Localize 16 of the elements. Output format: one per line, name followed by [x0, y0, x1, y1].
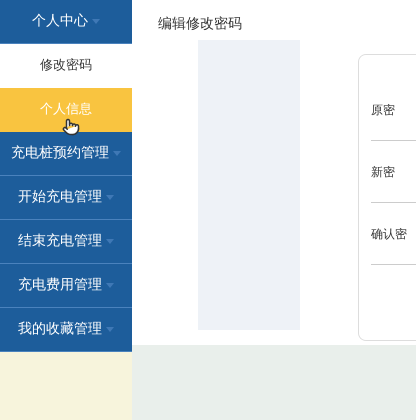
menu-item[interactable]: 充电桩预约管理 [0, 132, 132, 176]
field-label: 新密 [371, 164, 395, 180]
caret-icon [106, 327, 114, 332]
field-label: 原密 [371, 102, 395, 118]
menu-item[interactable]: 我的收藏管理 [0, 308, 132, 352]
menu-item[interactable]: 结束充电管理 [0, 220, 132, 264]
page-title: 编辑修改密码 [157, 15, 243, 34]
caret-icon [113, 151, 121, 156]
menu-item[interactable]: 开始充电管理 [0, 176, 132, 220]
caret-icon [92, 19, 100, 24]
menu-item[interactable]: 个人中心 [0, 0, 132, 44]
menu-item[interactable]: 充电费用管理 [0, 264, 132, 308]
caret-icon [106, 239, 114, 244]
caret-icon [106, 283, 114, 288]
field-label: 确认密 [371, 226, 407, 242]
caret-icon [106, 195, 114, 200]
